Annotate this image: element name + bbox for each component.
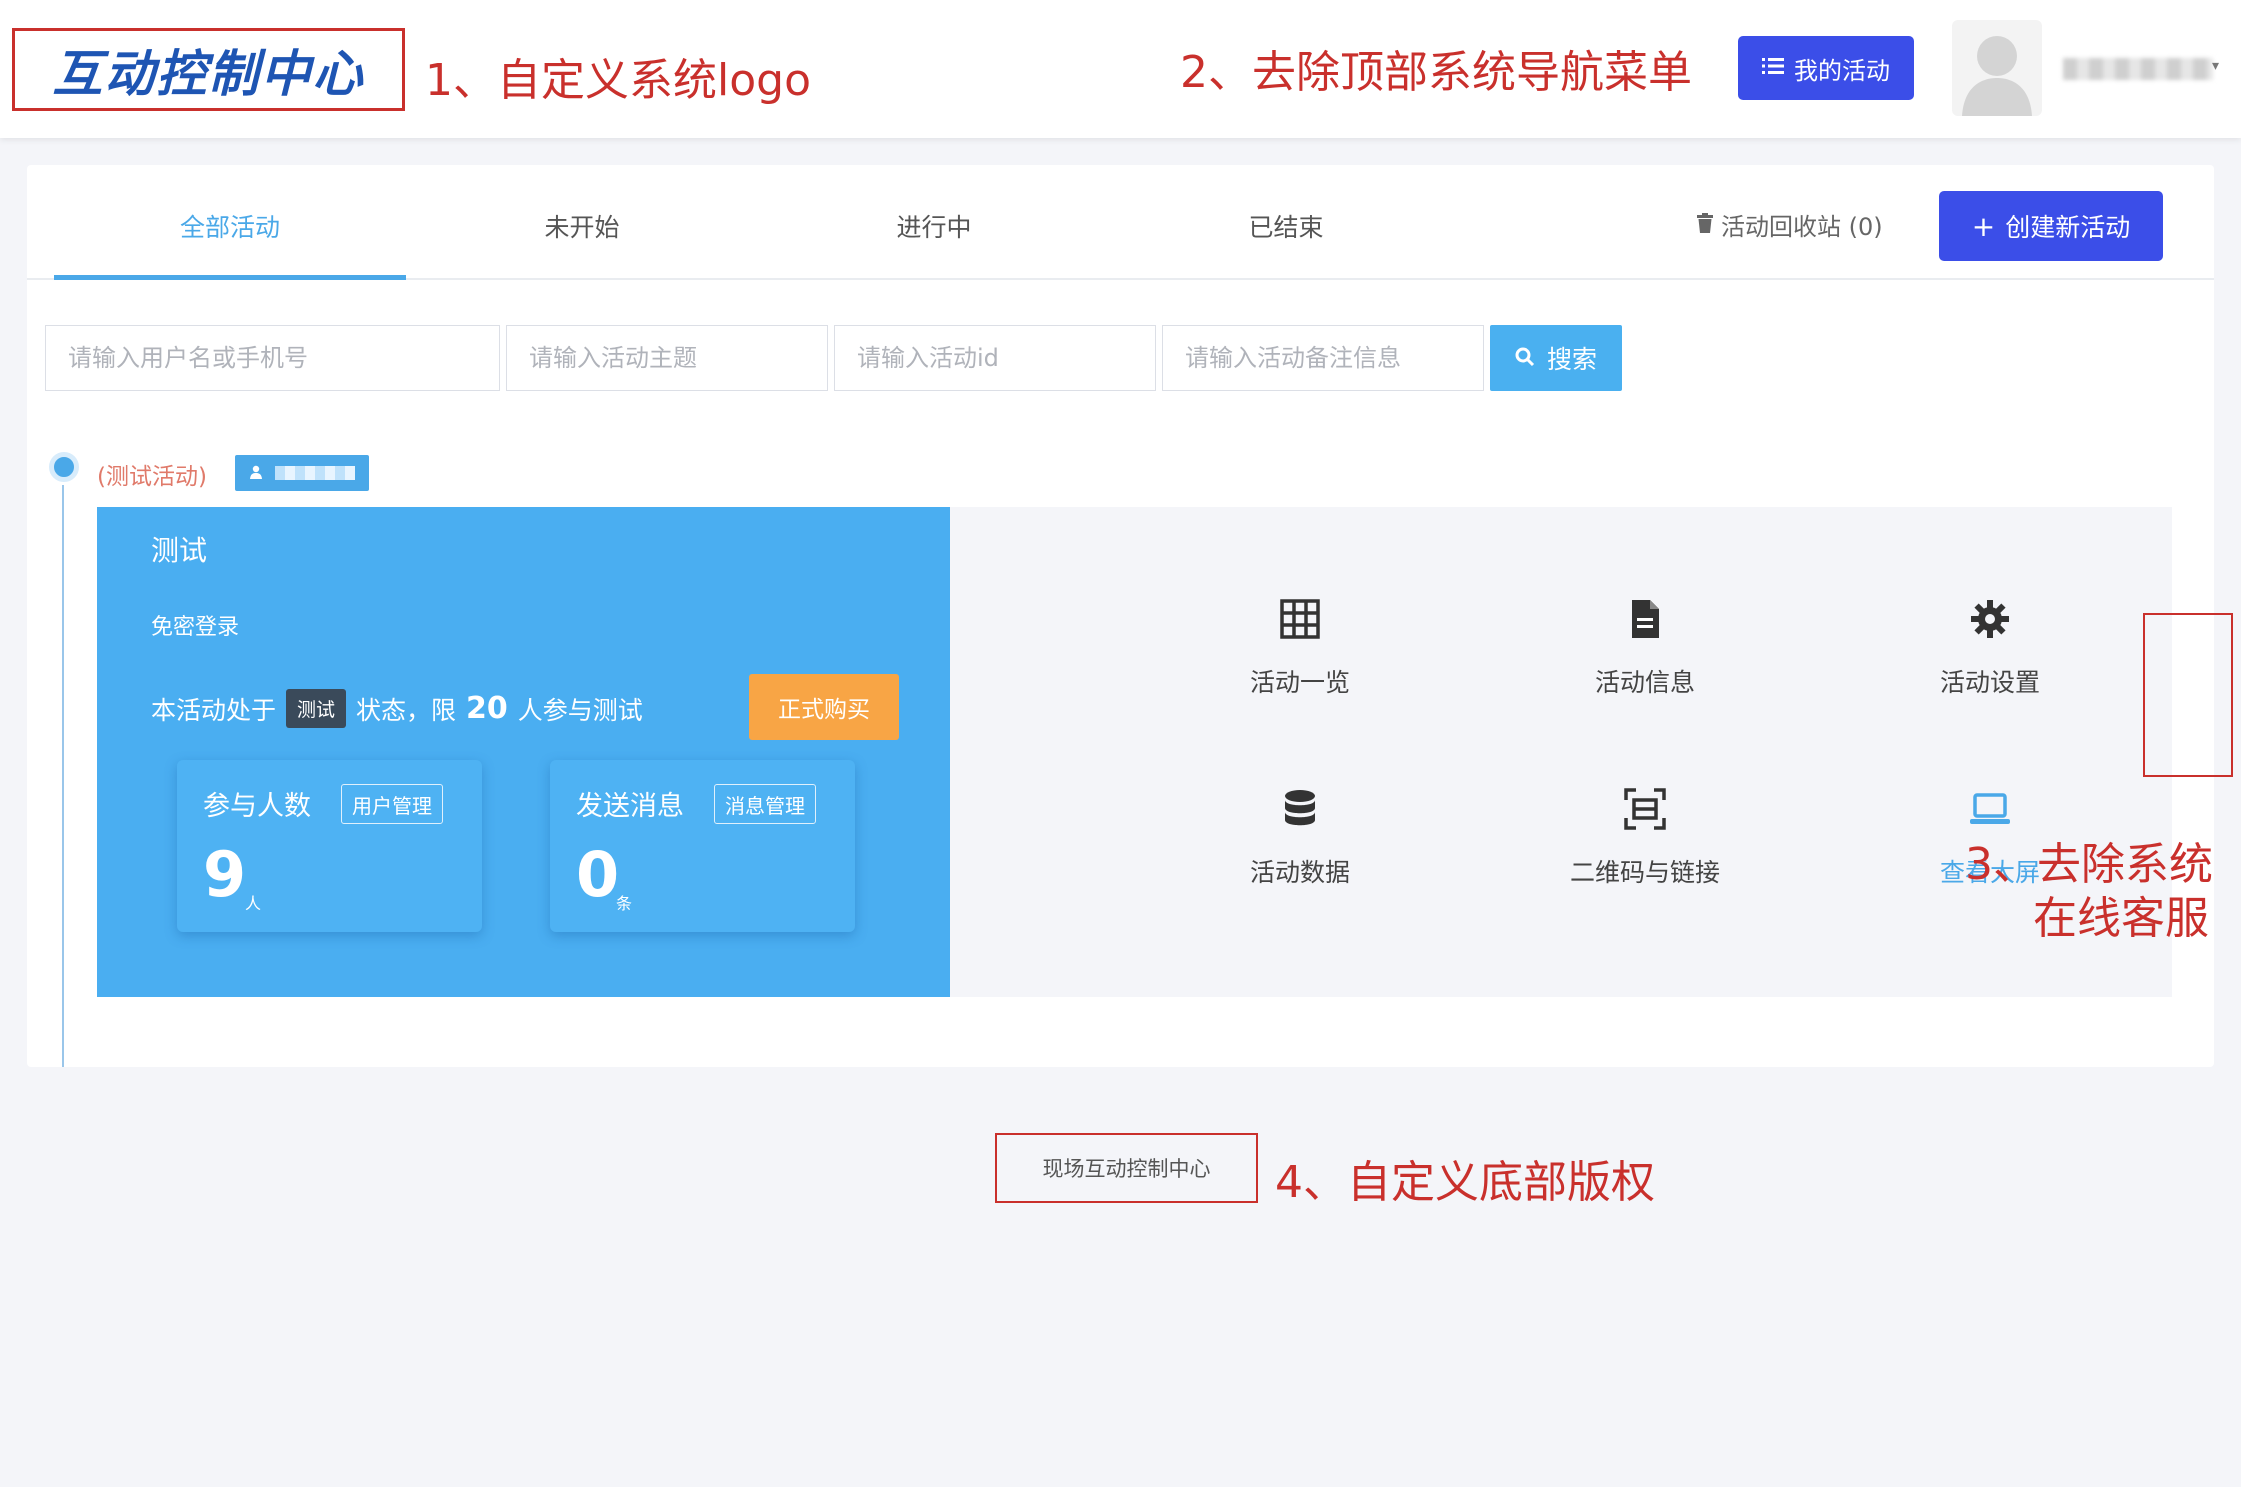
participants-label: 参与人数 [203,791,311,822]
activity-settings-item[interactable]: 活动设置 [1860,597,2120,699]
theme-search-input[interactable] [506,325,828,391]
my-activity-label: 我的活动 [1794,56,1890,85]
activity-data-label: 活动数据 [1249,858,1350,887]
status-prefix: 本活动处于 [151,695,277,725]
status-mid: 状态，限 [356,695,457,725]
messages-label: 发送消息 [576,791,684,822]
activity-type-tag: (测试活动) [97,464,207,490]
tab-not-started[interactable]: 未开始 [406,208,758,280]
create-activity-label: 创建新活动 [2005,213,2131,242]
tab-in-progress[interactable]: 进行中 [758,208,1110,280]
activity-status-line: 本活动处于 测试 状态，限 20 人参与测试 [151,689,643,728]
activity-title[interactable]: 测试 [151,529,207,569]
tabs-bar: 全部活动 未开始 进行中 已结束 活动回收站 (0) + 创建新活动 [27,165,2214,280]
plus-icon: + [1971,209,1996,243]
trash-icon [1697,211,1713,239]
tab-ended[interactable]: 已结束 [1110,208,1462,280]
logo-annotation-box: 互动控制中心 [12,28,405,111]
user-icon [249,464,263,483]
grid-icon [1278,597,1322,641]
search-button[interactable]: 搜索 [1490,325,1622,391]
recycle-bin-link[interactable]: 活动回收站 (0) [1697,207,1883,242]
status-suffix: 人参与测试 [517,695,643,725]
activity-overview-label: 活动一览 [1249,668,1350,697]
participants-value: 9 [203,838,247,911]
search-icon [1515,344,1535,373]
system-logo[interactable]: 互动控制中心 [53,34,365,106]
activity-data-item[interactable]: 活动数据 [1170,787,1430,889]
document-icon [1623,597,1667,641]
scan-icon [1623,787,1667,831]
service-annotation-box [2143,613,2233,777]
username-blurred[interactable] [2063,58,2213,80]
main-card: 全部活动 未开始 进行中 已结束 活动回收站 (0) + 创建新活动 搜索 (测… [27,165,2214,1067]
user-search-input[interactable] [45,325,500,391]
annotation-service-line2: 在线客服 [2033,893,2209,944]
messages-card: 发送消息 消息管理 0 条 [550,760,855,932]
activity-info-label: 活动信息 [1594,668,1695,697]
status-chip: 测试 [286,689,347,728]
footer-copyright: 现场互动控制中心 [995,1133,1258,1203]
participants-unit: 人 [245,894,262,913]
owner-tag [235,455,369,491]
database-icon [1278,787,1322,831]
activity-settings-label: 活动设置 [1939,668,2040,697]
activity-overview-item[interactable]: 活动一览 [1170,597,1430,699]
timeline-line [62,485,64,1067]
list-icon [1762,54,1784,82]
create-activity-button[interactable]: + 创建新活动 [1939,191,2163,261]
message-management-button[interactable]: 消息管理 [714,784,816,824]
annotation-footer: 4、自定义底部版权 [1275,1157,1655,1208]
recycle-bin-label: 活动回收站 (0) [1721,213,1883,241]
qrcode-link-label: 二维码与链接 [1569,858,1720,887]
login-mode: 免密登录 [151,615,240,640]
tab-all[interactable]: 全部活动 [54,208,406,280]
qrcode-link-item[interactable]: 二维码与链接 [1515,787,1775,889]
search-label: 搜索 [1546,345,1597,374]
user-management-button[interactable]: 用户管理 [341,784,443,824]
owner-name-blurred [275,466,355,480]
activity-info-item[interactable]: 活动信息 [1515,597,1775,699]
timeline-dot [49,452,79,482]
activity-summary-panel: 测试 免密登录 本活动处于 测试 状态，限 20 人参与测试 正式购买 参与人数… [97,507,950,997]
my-activity-button[interactable]: 我的活动 [1738,36,1914,100]
buy-button[interactable]: 正式购买 [749,674,899,740]
messages-value: 0 [576,838,620,911]
messages-unit: 条 [616,894,633,913]
copyright-text: 现场互动控制中心 [1042,1157,1211,1181]
gear-icon [1968,597,2012,641]
laptop-icon [1968,787,2012,831]
activity-actions-panel: 活动一览 活动信息 活动设置 活动数据 二维码与链接 查看大屏 [950,507,2172,997]
participants-card: 参与人数 用户管理 9 人 [177,760,482,932]
annotation-logo: 1、自定义系统logo [425,55,811,106]
note-search-input[interactable] [1162,325,1484,391]
top-header: 互动控制中心 1、自定义系统logo 2、去除顶部系统导航菜单 我的活动 ▾ [0,0,2241,138]
id-search-input[interactable] [834,325,1156,391]
chevron-down-icon[interactable]: ▾ [2212,58,2219,74]
participant-limit: 20 [466,691,508,726]
avatar[interactable] [1952,20,2042,116]
annotation-nav: 2、去除顶部系统导航菜单 [1180,47,1692,98]
